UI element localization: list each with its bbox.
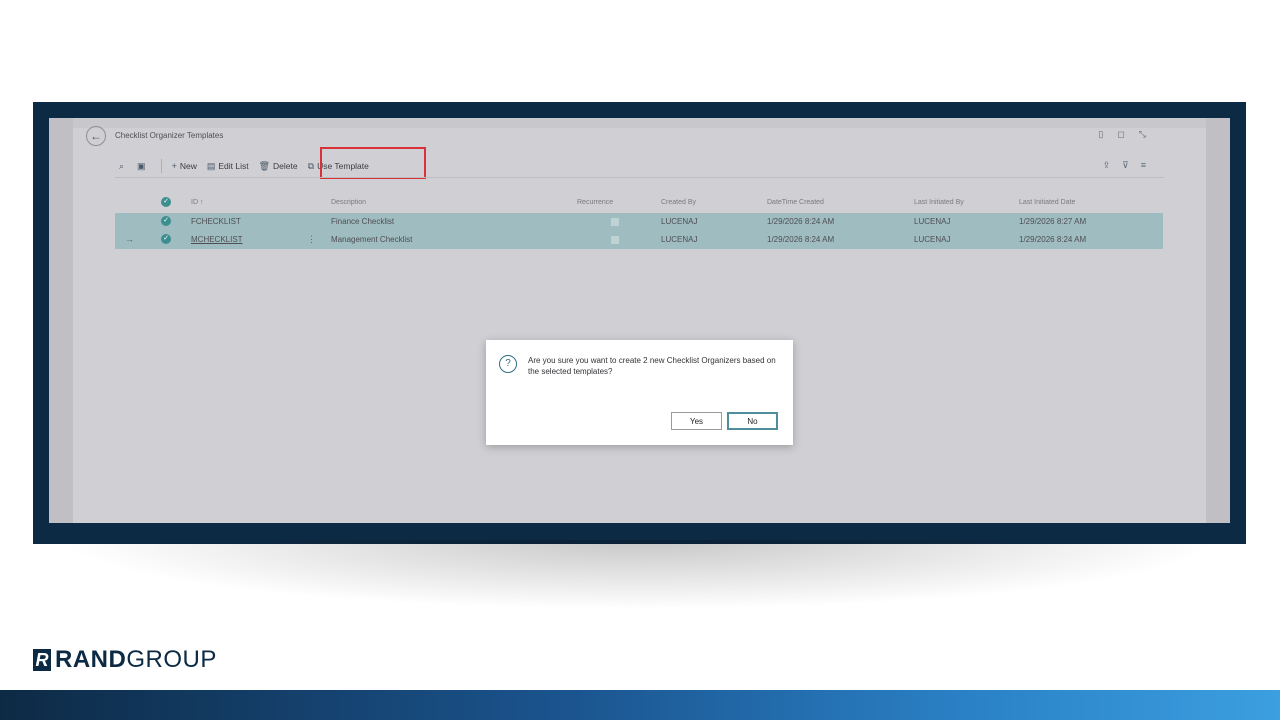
dialog-message: Are you sure you want to create 2 new Ch… [528,356,776,376]
cell-last-initiated-date: 1/29/2026 8:24 AM [1019,235,1087,244]
row-menu-icon[interactable]: ⋮ [307,234,316,245]
action-bar-divider [115,177,1164,178]
header-recurrence[interactable]: Recurrence [577,199,613,206]
delete-label: Delete [273,161,298,171]
delete-button[interactable]: 🗑 Delete [259,161,298,172]
window-controls: ▯◻⤡ [1098,129,1160,140]
cell-created-by: LUCENAJ [661,217,698,226]
edit-list-label: Edit List [218,161,249,171]
back-arrow-icon[interactable]: ← [86,126,106,146]
new-label: New [179,161,197,171]
edit-list-icon: ▤ [206,160,216,171]
list-view-icon[interactable]: ≡ [1141,160,1158,170]
plus-icon: + [171,161,177,171]
search-icon: ⌕ [119,160,125,171]
yes-button[interactable]: Yes [671,412,722,430]
row-checkbox[interactable]: ✓ [161,216,171,226]
header-description[interactable]: Description [331,199,366,206]
rand-group-logo: R RAND GROUP [33,646,217,674]
edit-list-button[interactable]: ▤ Edit List [207,161,249,172]
cell-datetime-created: 1/29/2026 8:24 AM [767,217,835,226]
recurrence-checkbox [611,236,619,244]
header-datetime-created[interactable]: DateTime Created [767,199,824,206]
open-new-window-icon[interactable]: ◻ [1117,129,1138,139]
header-created-by[interactable]: Created By [661,199,696,206]
cell-last-initiated-by: LUCENAJ [914,235,951,244]
select-all-checkbox[interactable]: ✓ [161,197,171,207]
template-icon: ⧉ [307,160,315,171]
cell-created-by: LUCENAJ [661,235,698,244]
cell-datetime-created: 1/29/2026 8:24 AM [767,235,835,244]
list-tools: ⇪⊽≡ [1103,160,1158,171]
window-right-edge [1206,118,1230,523]
current-row-arrow-icon: → [125,234,134,244]
window-top-edge [73,118,1206,128]
bookmark-icon[interactable]: ▯ [1098,129,1117,139]
page-title: Checklist Organizer Templates [115,131,224,140]
cell-id[interactable]: MCHECKLIST [191,235,243,244]
cell-last-initiated-date: 1/29/2026 8:27 AM [1019,217,1087,226]
collapse-icon[interactable]: ⤡ [1139,129,1160,139]
templates-table: ✓ ID ↑ Description Recurrence Created By… [115,194,1163,249]
search-button[interactable]: ⌕ [119,161,127,172]
question-icon: ? [499,355,517,373]
new-button[interactable]: + New [172,161,197,171]
share-icon[interactable]: ⇪ [1103,160,1123,170]
cell-id[interactable]: FCHECKLIST [191,217,241,226]
bc-window: ← Checklist Organizer Templates ▯◻⤡ ⌕ ▣ … [49,118,1230,523]
frame-shadow [60,540,1220,610]
table-header: ✓ ID ↑ Description Recurrence Created By… [115,194,1163,212]
action-separator [160,159,162,173]
logo-rand: RAND [55,646,127,673]
cell-description: Finance Checklist [331,217,395,226]
cell-last-initiated-by: LUCENAJ [914,217,951,226]
header-last-initiated-by[interactable]: Last Initiated By [914,199,964,206]
recurrence-checkbox [611,218,619,226]
row-checkbox[interactable]: ✓ [161,234,171,244]
logo-group: GROUP [126,646,217,673]
header-id[interactable]: ID ↑ [191,199,203,206]
highlight-box [320,147,426,179]
table-row[interactable]: → ✓ MCHECKLIST ⋮ Management Checklist LU… [115,231,1163,249]
footer-gradient-bar [0,690,1280,720]
trash-icon: 🗑 [258,160,271,171]
cell-description: Management Checklist [331,235,413,244]
window-left-edge [49,118,73,523]
header-last-initiated-date[interactable]: Last Initiated Date [1019,199,1075,206]
rand-logo-mark-icon: R [33,649,51,671]
split-view-icon: ▣ [137,160,146,171]
confirm-dialog: ? Are you sure you want to create 2 new … [486,340,793,445]
table-row[interactable]: ✓ FCHECKLIST Finance Checklist LUCENAJ 1… [115,213,1163,231]
filter-icon[interactable]: ⊽ [1122,160,1141,170]
no-button[interactable]: No [727,412,778,430]
split-view-button[interactable]: ▣ [137,161,149,172]
